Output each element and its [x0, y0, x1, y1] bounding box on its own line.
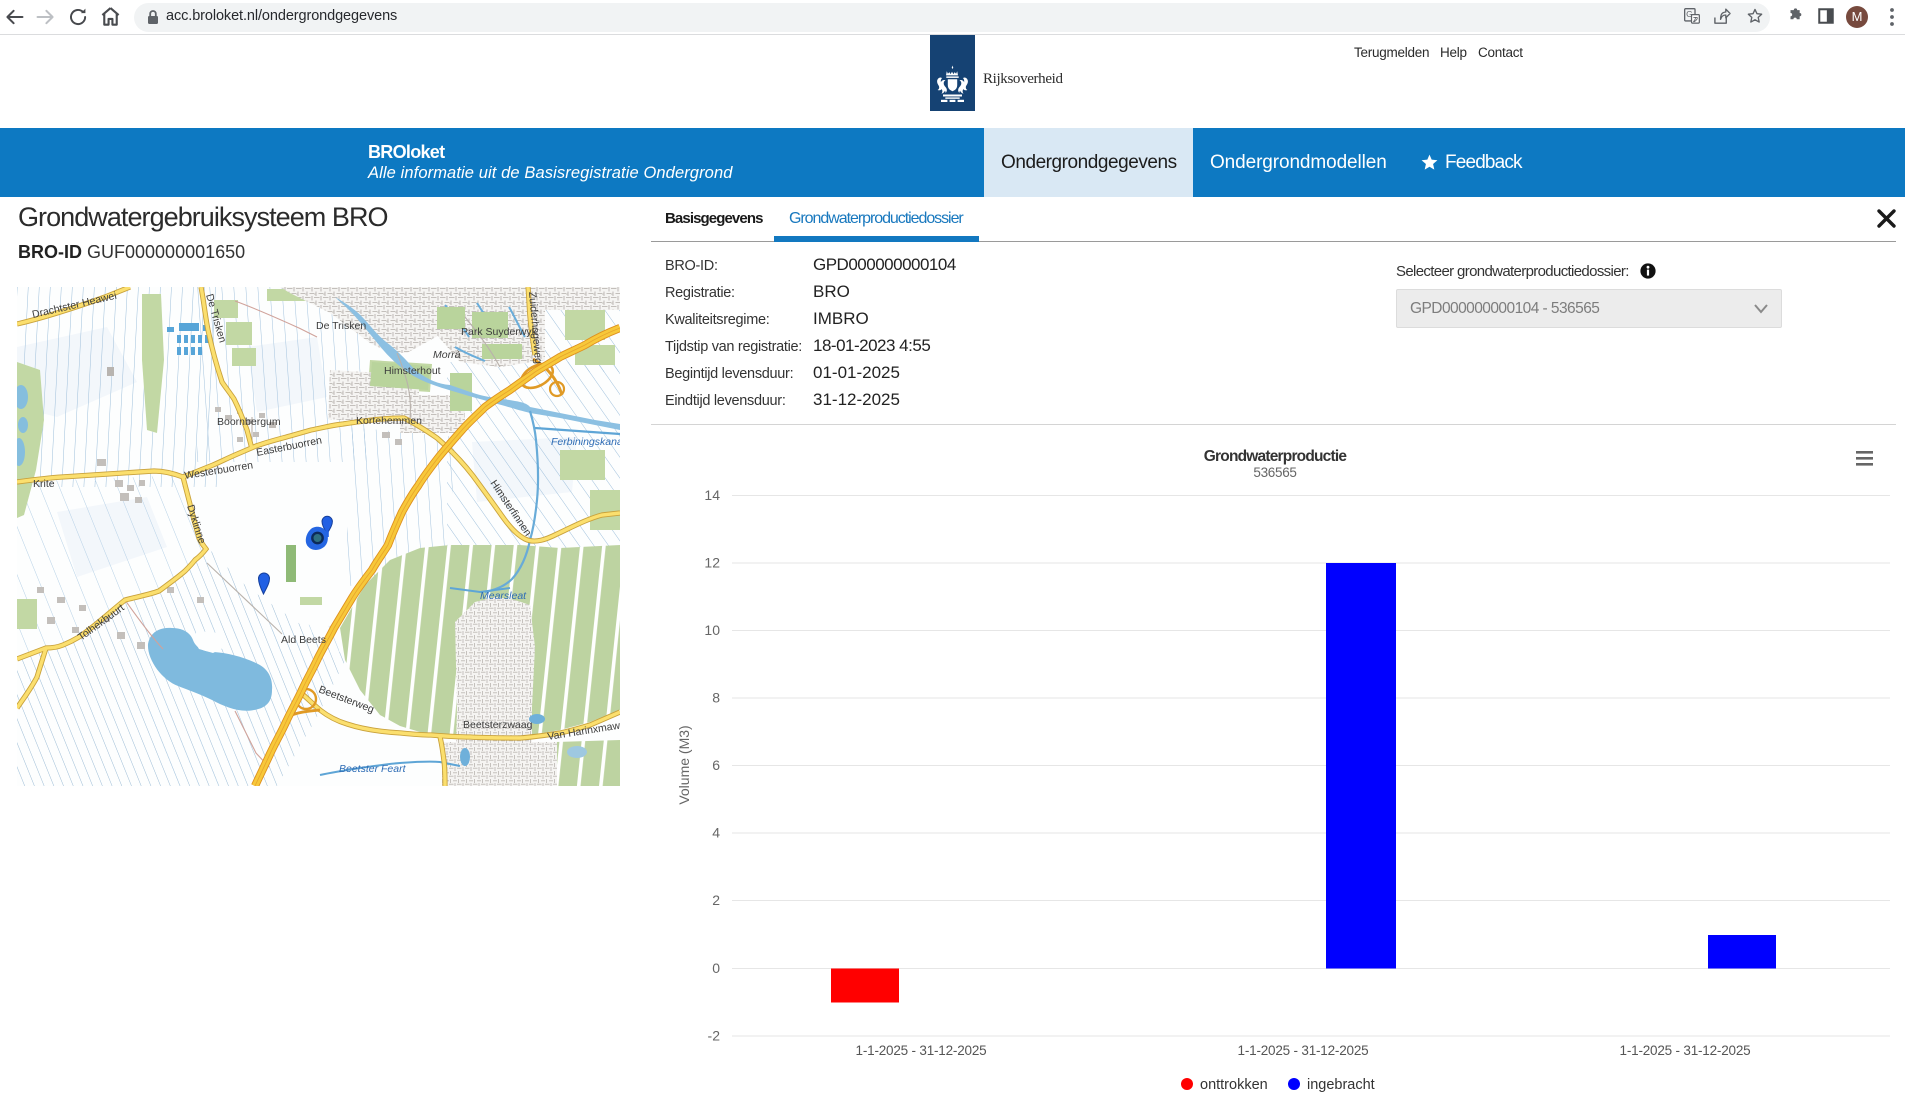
svg-text:12: 12: [704, 555, 720, 571]
svg-text:Volume (M3): Volume (M3): [676, 725, 692, 804]
svg-text:De Trisken: De Trisken: [316, 320, 366, 332]
svg-text:Ald Beets: Ald Beets: [281, 634, 326, 646]
svg-text:Krite: Krite: [33, 478, 55, 490]
svg-text:0: 0: [712, 960, 720, 976]
svg-text:1-1-2025 - 31-12-2025: 1-1-2025 - 31-12-2025: [1620, 1043, 1751, 1058]
svg-text:Park Suyderwyk: Park Suyderwyk: [461, 326, 538, 338]
svg-text:1-1-2025 - 31-12-2025: 1-1-2025 - 31-12-2025: [856, 1043, 987, 1058]
svg-text:Kortehemmen: Kortehemmen: [356, 415, 422, 427]
svg-text:Boornbergum: Boornbergum: [217, 416, 281, 428]
svg-text:Beetsterzwaag: Beetsterzwaag: [463, 719, 533, 731]
svg-text:10: 10: [704, 622, 720, 638]
svg-text:4: 4: [712, 825, 720, 841]
svg-text:6: 6: [712, 757, 720, 773]
svg-text:Ferbiningskanaal: Ferbiningskanaal: [551, 436, 620, 448]
svg-text:Morrà: Morrà: [433, 349, 461, 361]
svg-text:Mearsleat: Mearsleat: [480, 590, 527, 602]
svg-text:Beetster Feart: Beetster Feart: [339, 763, 407, 775]
svg-text:1-1-2025 - 31-12-2025: 1-1-2025 - 31-12-2025: [1238, 1043, 1369, 1058]
svg-text:14: 14: [704, 487, 720, 503]
svg-text:8: 8: [712, 690, 720, 706]
svg-text:Grondwaterproductie: Grondwaterproductie: [1204, 448, 1348, 465]
svg-text:Himsterhout: Himsterhout: [384, 365, 441, 377]
svg-text:onttrokken: onttrokken: [1200, 1077, 1268, 1093]
svg-text:2: 2: [712, 892, 720, 908]
svg-text:536565: 536565: [1253, 465, 1296, 480]
svg-text:ingebracht: ingebracht: [1307, 1077, 1375, 1093]
svg-text:-2: -2: [708, 1028, 721, 1044]
